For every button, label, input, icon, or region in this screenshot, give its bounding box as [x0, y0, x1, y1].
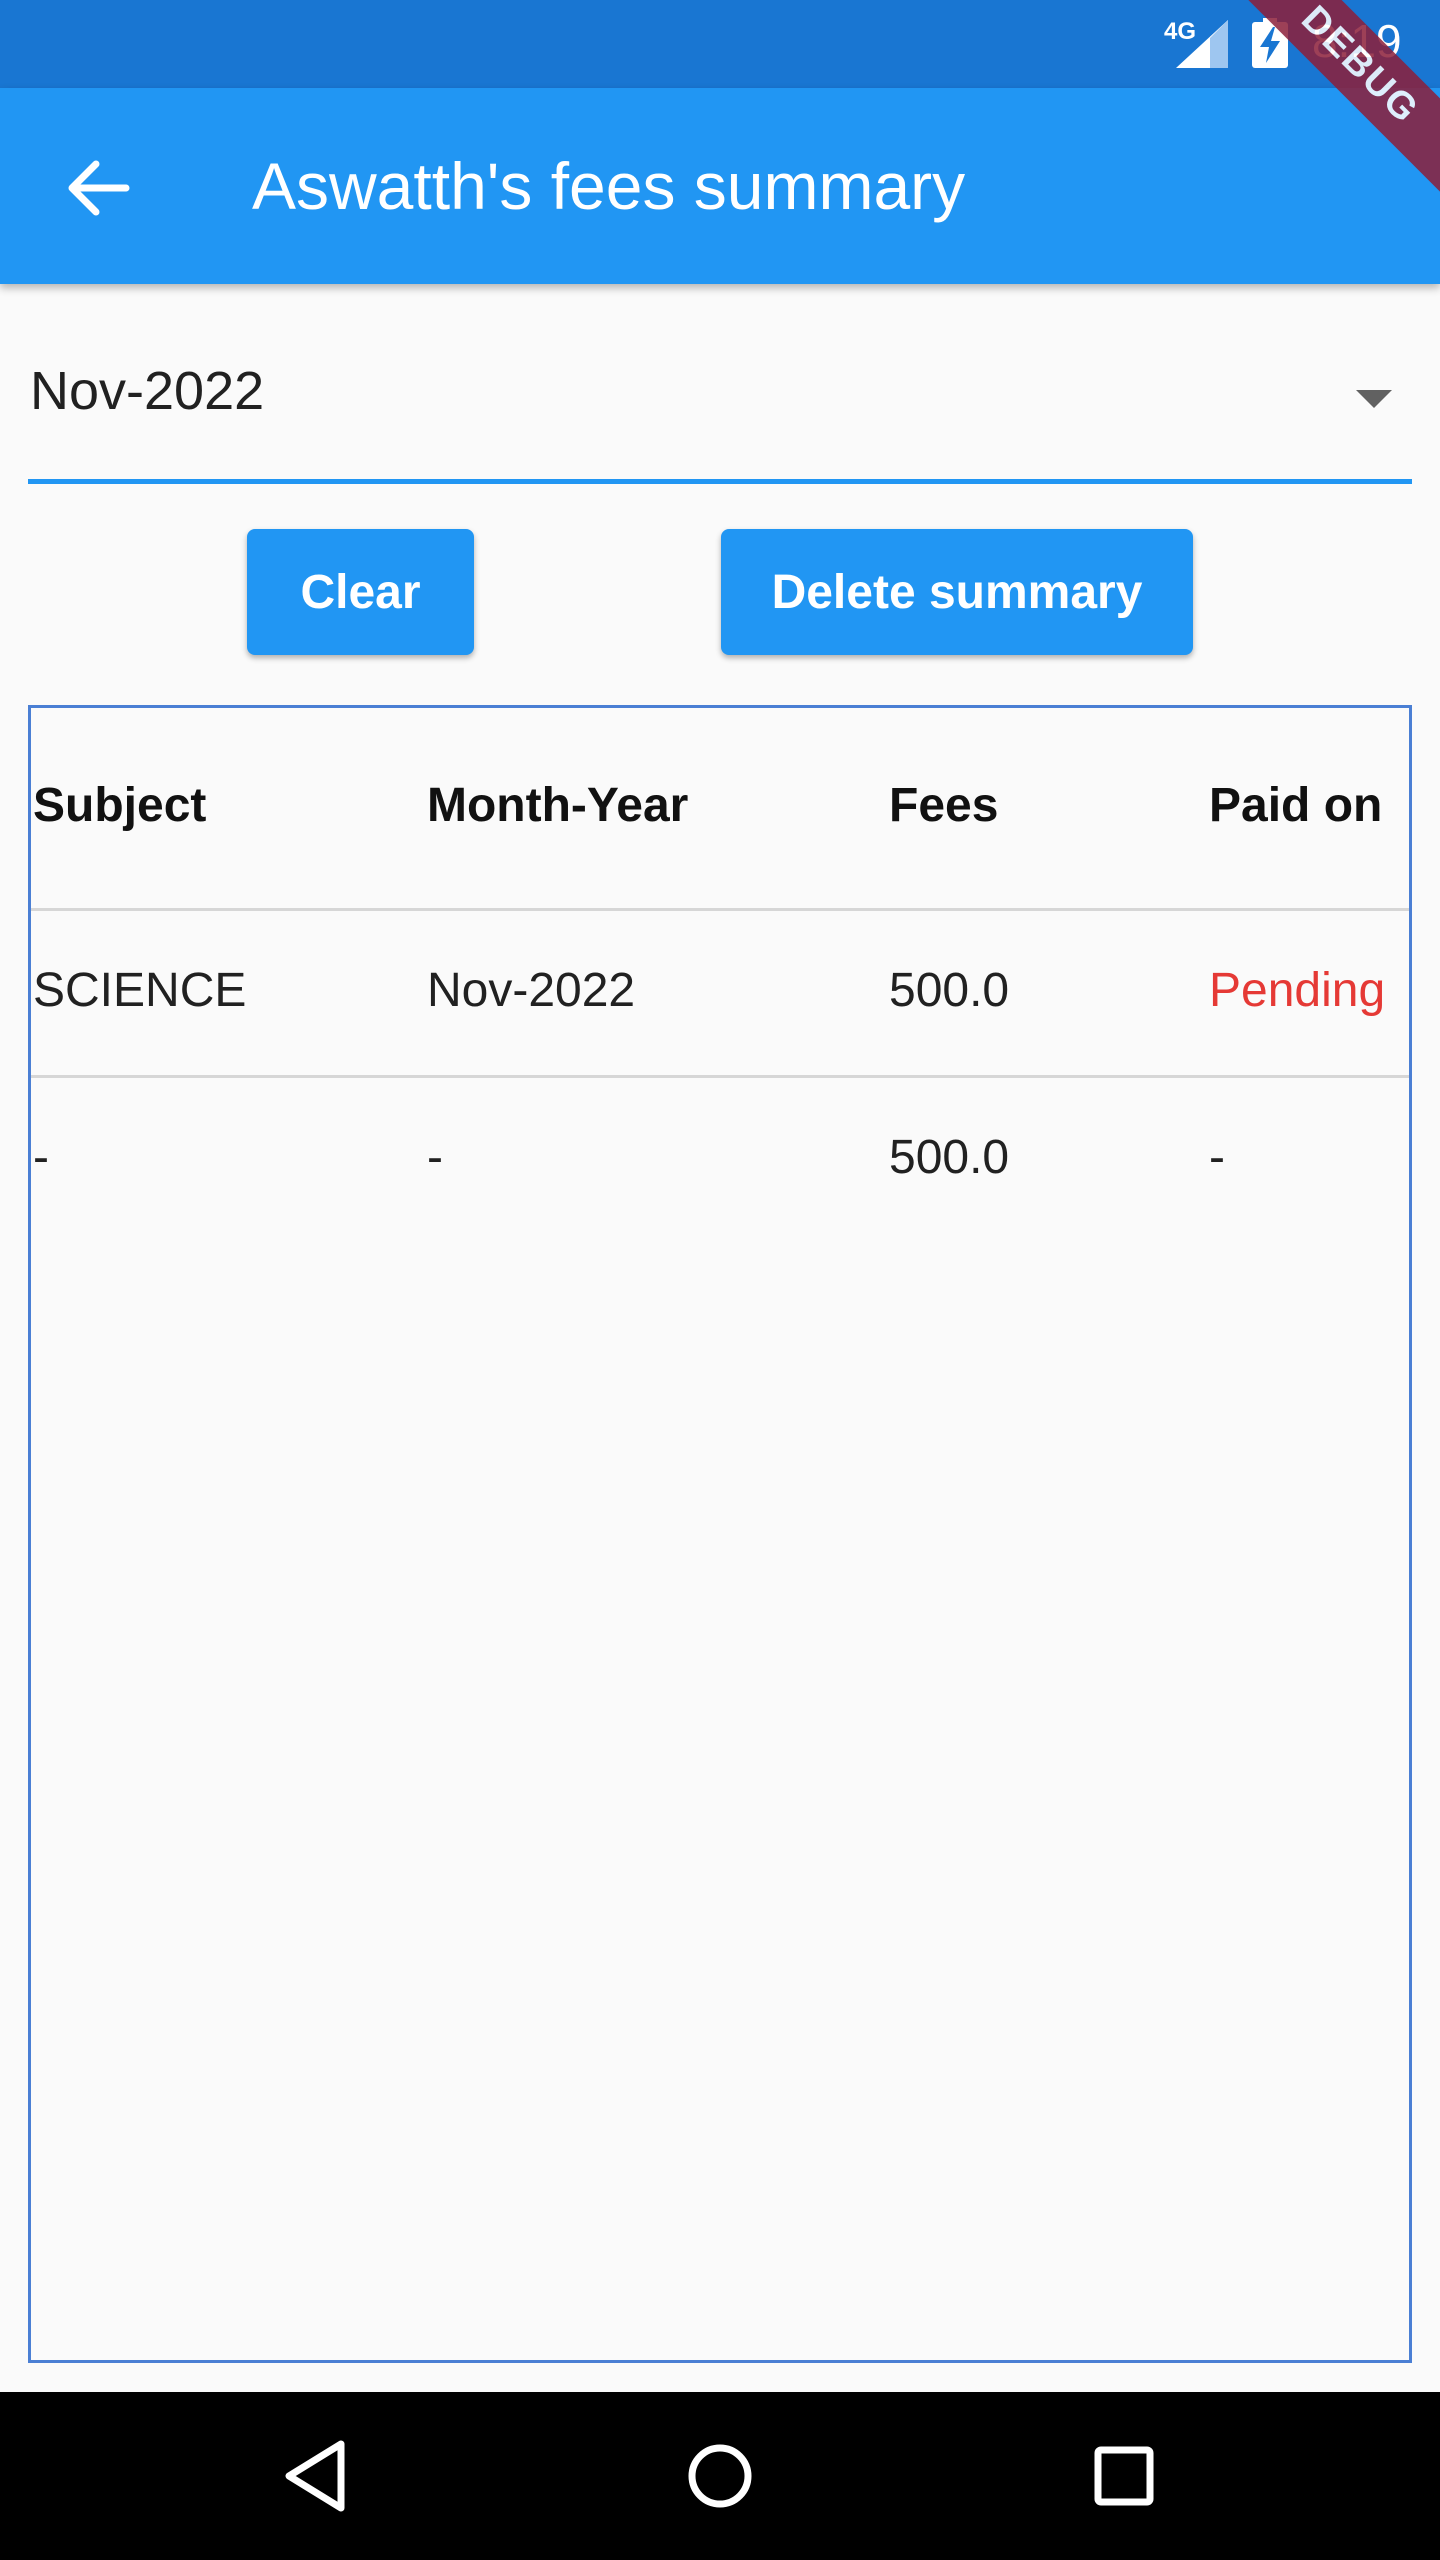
table-total-row: - - 500.0 -: [31, 1075, 1409, 1242]
header-fees: Fees: [889, 779, 999, 832]
page-title: Aswatth's fees summary: [252, 149, 966, 223]
delete-summary-button[interactable]: Delete summary: [721, 529, 1193, 655]
header-paid-on: Paid on: [1209, 779, 1383, 832]
fees-table: Subject Month-Year Fees Paid on SCIENCE …: [28, 705, 1412, 2363]
square-recents-icon: [1094, 2446, 1154, 2506]
nav-back-button[interactable]: [266, 2426, 366, 2526]
cell-subject: -: [33, 1131, 49, 1184]
month-dropdown-value: Nov-2022: [30, 361, 265, 421]
nav-recents-button[interactable]: [1074, 2426, 1174, 2526]
triangle-down-icon: [1356, 390, 1392, 408]
clear-button[interactable]: Clear: [247, 529, 474, 655]
cell-month-year: -: [427, 1131, 443, 1184]
cell-subject: SCIENCE: [33, 964, 247, 1017]
cell-paid-on: -: [1209, 1131, 1225, 1184]
cell-fees: 500.0: [889, 964, 1010, 1017]
month-dropdown[interactable]: Nov-2022: [28, 320, 1412, 484]
table-row: SCIENCE Nov-2022 500.0 Pending: [31, 908, 1409, 1078]
nav-home-button[interactable]: [670, 2426, 770, 2526]
cell-fees-total: 500.0: [889, 1131, 1010, 1184]
triangle-back-icon: [285, 2440, 345, 2512]
system-nav-bar: [0, 2392, 1440, 2560]
header-month-year: Month-Year: [427, 779, 689, 832]
arrow-left-icon: [68, 160, 130, 216]
signal-icon: [1176, 20, 1228, 68]
cell-month-year: Nov-2022: [427, 964, 636, 1017]
circle-home-icon: [688, 2444, 752, 2508]
status-bar: 4G 8:19: [0, 0, 1440, 88]
app-bar: Aswatth's fees summary: [0, 88, 1440, 284]
back-button[interactable]: [58, 152, 138, 224]
header-subject: Subject: [33, 779, 207, 832]
table-header-row: Subject Month-Year Fees Paid on: [31, 708, 1409, 911]
cell-paid-on-status: Pending: [1209, 964, 1386, 1017]
